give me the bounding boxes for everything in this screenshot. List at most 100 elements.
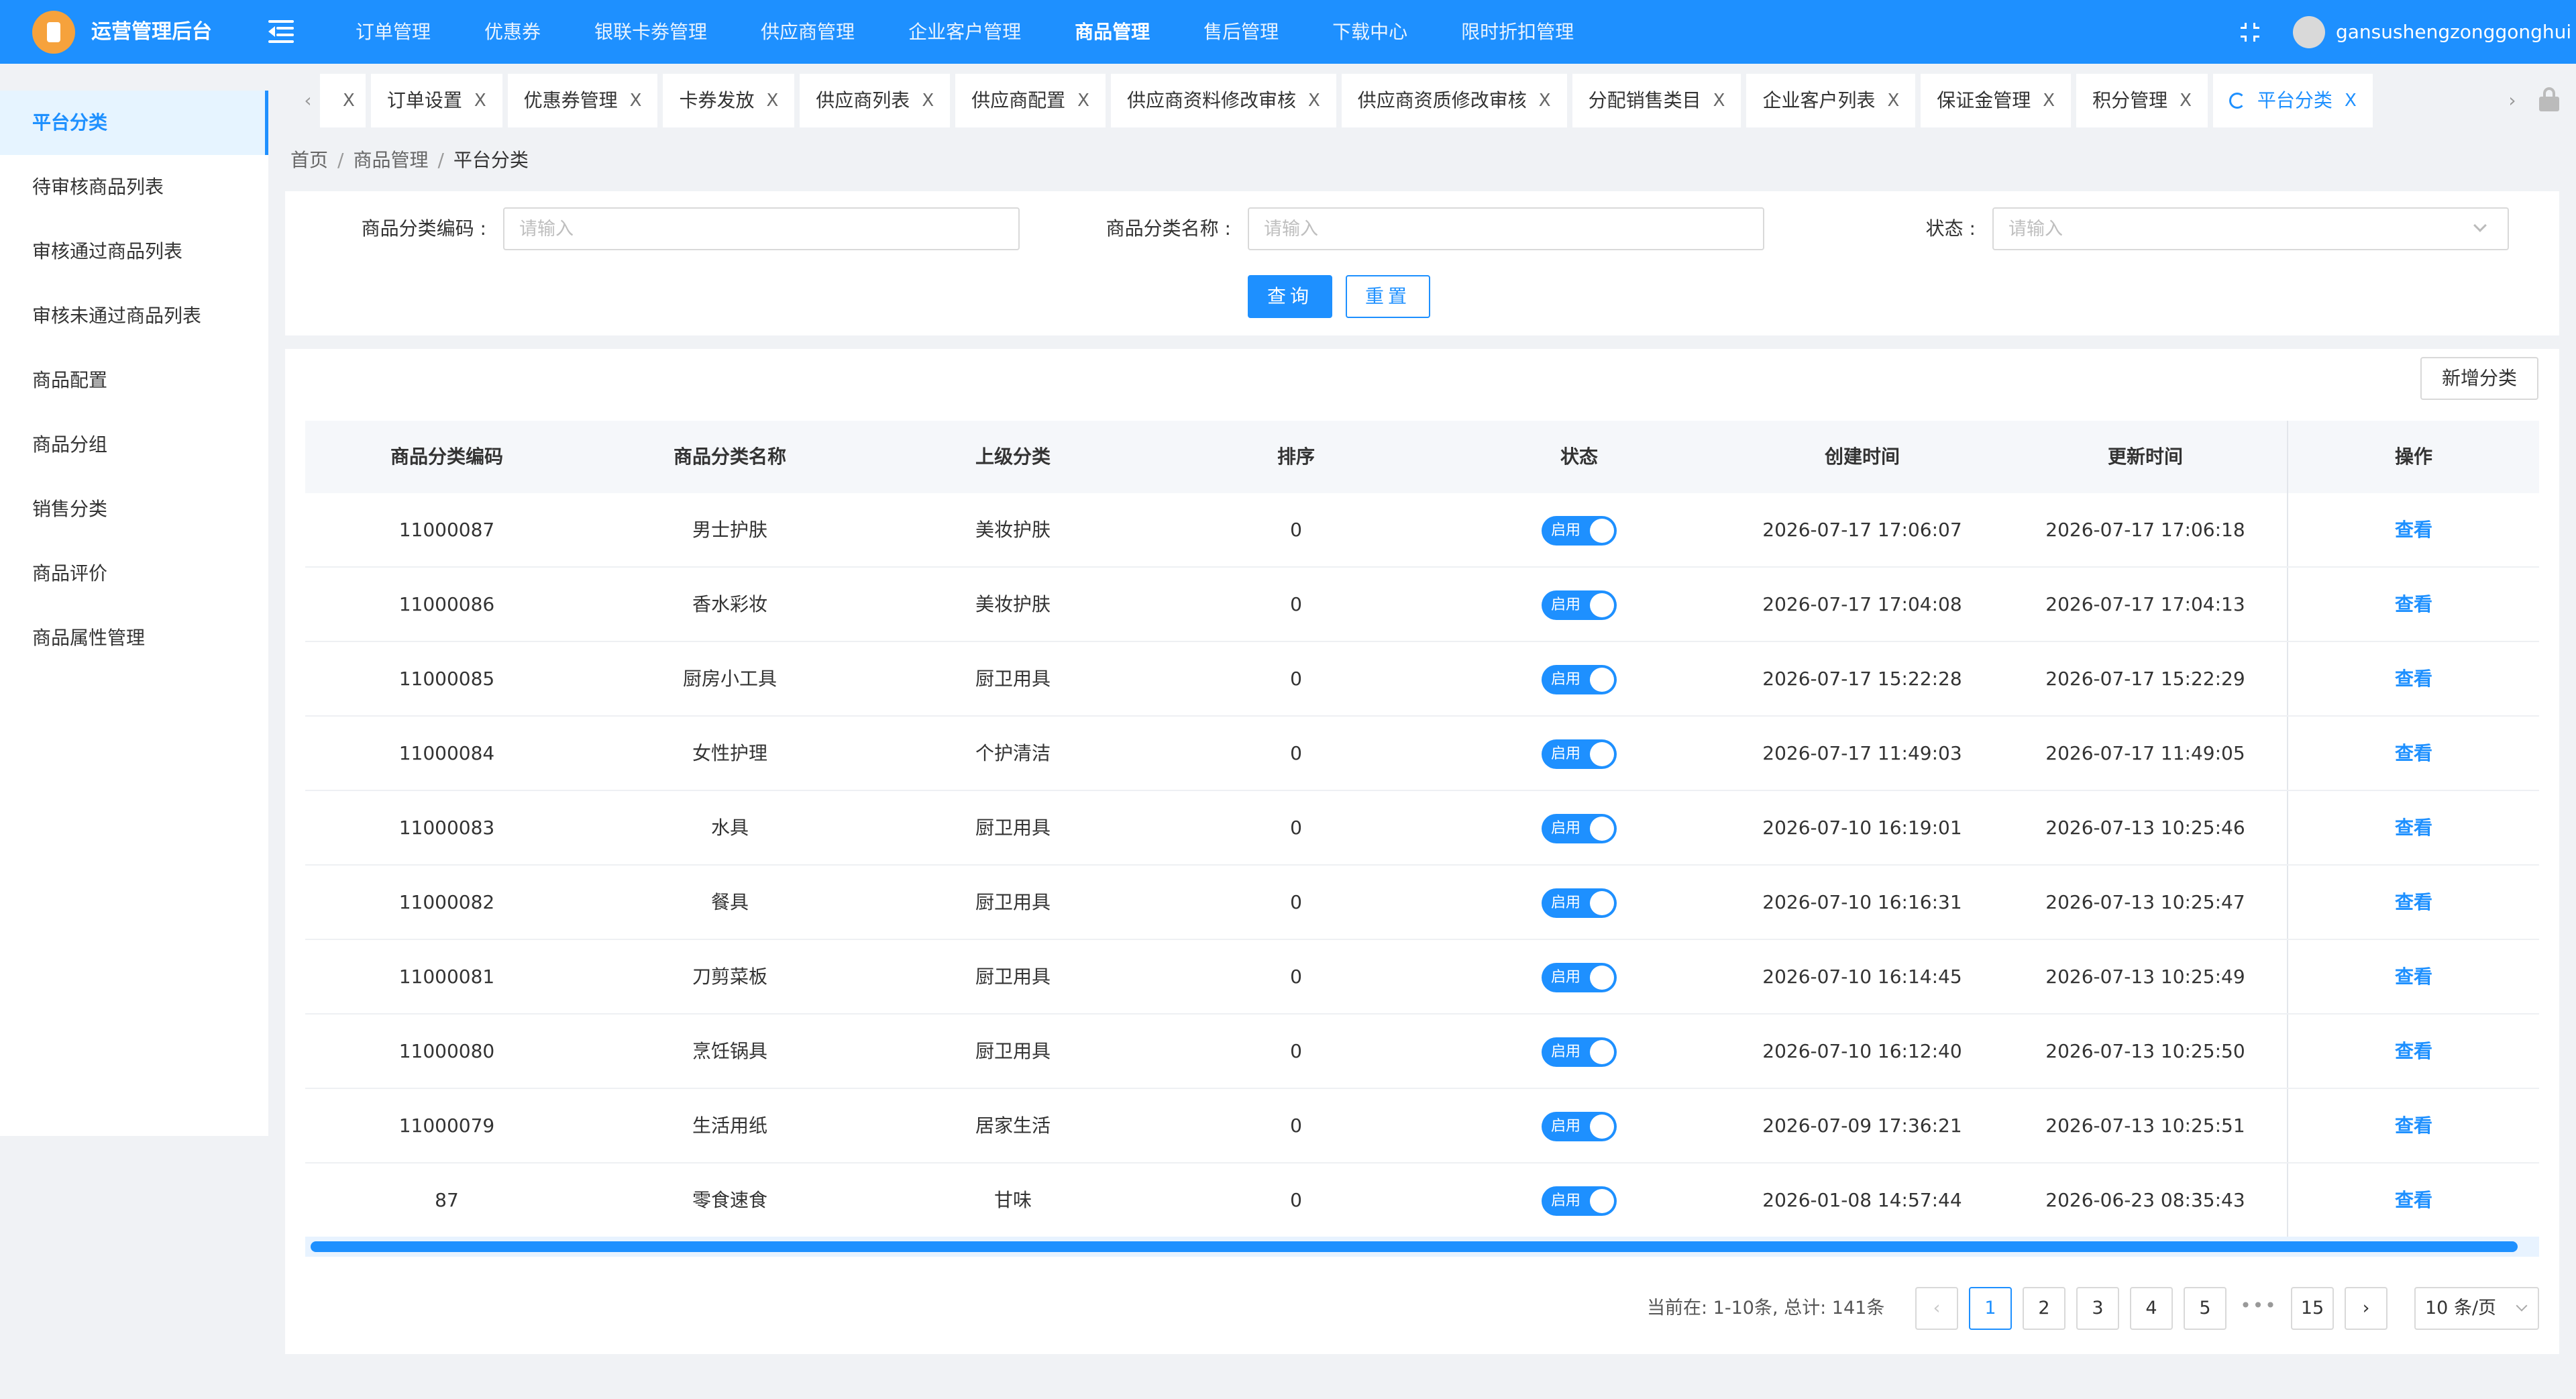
status-toggle[interactable]: 启用	[1542, 1037, 1617, 1067]
page-button[interactable]: 15	[2291, 1287, 2334, 1330]
category-name-cell: 烹饪锅具	[692, 1040, 767, 1062]
tab-supplier-info-review[interactable]: 供应商资料修改审核 X	[1110, 74, 1336, 127]
tab-card-issuance[interactable]: 卡券发放 X	[663, 74, 795, 127]
status-toggle[interactable]: 启用	[1542, 665, 1617, 694]
tab-supplier-qualification-review[interactable]: 供应商资质修改审核 X	[1341, 74, 1567, 127]
view-link[interactable]: 查看	[2287, 1015, 2539, 1088]
tab-close-icon[interactable]: X	[1077, 74, 1089, 127]
top-nav-item-flash-discount[interactable]: 限时折扣管理	[1434, 0, 1601, 64]
category-name-input[interactable]	[1248, 207, 1764, 250]
view-link[interactable]: 查看	[2287, 493, 2539, 566]
view-link[interactable]: 查看	[2287, 940, 2539, 1013]
tab-supplier-list[interactable]: 供应商列表 X	[800, 74, 951, 127]
status-toggle[interactable]: 启用	[1542, 1186, 1617, 1216]
sidebar-item-rejected[interactable]: 审核未通过商品列表	[0, 284, 268, 348]
status-toggle[interactable]: 启用	[1542, 516, 1617, 546]
tab-hidden[interactable]: X	[320, 74, 366, 127]
add-category-button[interactable]: 新增分类	[2420, 357, 2538, 400]
sidebar-item-pending-review[interactable]: 待审核商品列表	[0, 155, 268, 219]
page-button[interactable]: 3	[2076, 1287, 2119, 1330]
top-nav-item-unionpay-cards[interactable]: 银联卡劵管理	[568, 0, 734, 64]
status-toggle[interactable]: 启用	[1542, 963, 1617, 992]
column-header: 商品分类名称	[673, 446, 786, 468]
tab-supplier-config[interactable]: 供应商配置 X	[955, 74, 1106, 127]
tab-close-icon[interactable]: X	[922, 74, 934, 127]
tab-close-icon[interactable]: X	[1539, 74, 1551, 127]
scrollbar-thumb[interactable]	[311, 1241, 2518, 1252]
breadcrumb-products[interactable]: 商品管理	[353, 149, 428, 171]
tab-close-icon[interactable]: X	[2180, 74, 2192, 127]
tab-close-icon[interactable]: X	[343, 74, 355, 127]
query-button[interactable]: 查询	[1248, 275, 1332, 318]
tabs-scroll-left-icon[interactable]: ‹	[292, 74, 324, 127]
sidebar-item-approved[interactable]: 审核通过商品列表	[0, 219, 268, 284]
tab-platform-category[interactable]: 平台分类 X	[2212, 74, 2373, 127]
status-toggle-label: 启用	[1551, 820, 1581, 837]
fullscreen-icon[interactable]	[2241, 23, 2259, 42]
tab-close-icon[interactable]: X	[1887, 74, 1899, 127]
view-link[interactable]: 查看	[2287, 642, 2539, 715]
page-ellipsis[interactable]: •••	[2237, 1287, 2280, 1330]
page-button[interactable]: 4	[2130, 1287, 2173, 1330]
refresh-icon[interactable]	[2229, 93, 2245, 109]
lock-icon[interactable]	[2539, 87, 2559, 111]
top-nav-item-downloads[interactable]: 下载中心	[1305, 0, 1434, 64]
top-nav-item-products[interactable]: 商品管理	[1048, 0, 1177, 64]
tab-close-icon[interactable]: X	[2043, 74, 2055, 127]
tab-enterprise-customer-list[interactable]: 企业客户列表 X	[1746, 74, 1916, 127]
tab-close-icon[interactable]: X	[2345, 74, 2357, 127]
top-nav-item-coupons[interactable]: 优惠券	[458, 0, 568, 64]
page-button[interactable]: 2	[2023, 1287, 2065, 1330]
sidebar-item-product-reviews[interactable]: 商品评价	[0, 541, 268, 606]
view-link[interactable]: 查看	[2287, 1163, 2539, 1237]
view-link[interactable]: 查看	[2287, 1089, 2539, 1162]
status-toggle[interactable]: 启用	[1542, 814, 1617, 843]
tabs-scroll-right-icon[interactable]: ›	[2496, 74, 2528, 127]
view-link[interactable]: 查看	[2287, 866, 2539, 939]
prev-page-button[interactable]: ‹	[1915, 1287, 1958, 1330]
sidebar-item-platform-category[interactable]: 平台分类	[0, 91, 268, 155]
tab-deposit-management[interactable]: 保证金管理 X	[1921, 74, 2072, 127]
view-link[interactable]: 查看	[2287, 717, 2539, 790]
tab-points-management[interactable]: 积分管理 X	[2076, 74, 2208, 127]
sidebar-item-product-attributes[interactable]: 商品属性管理	[0, 606, 268, 670]
horizontal-scrollbar[interactable]	[305, 1237, 2539, 1257]
top-nav-item-after-sales[interactable]: 售后管理	[1177, 0, 1305, 64]
status-toggle[interactable]: 启用	[1542, 739, 1617, 769]
page-button[interactable]: 1	[1969, 1287, 2012, 1330]
breadcrumb-home[interactable]: 首页	[290, 149, 328, 171]
reset-button[interactable]: 重置	[1346, 275, 1430, 318]
view-link[interactable]: 查看	[2287, 568, 2539, 641]
status-toggle[interactable]: 启用	[1542, 1112, 1617, 1141]
tab-close-icon[interactable]: X	[766, 74, 778, 127]
tab-close-icon[interactable]: X	[630, 74, 642, 127]
tab-coupon-management[interactable]: 优惠券管理 X	[507, 74, 658, 127]
sidebar-item-product-config[interactable]: 商品配置	[0, 348, 268, 413]
open-tabs: X 订单设置 X 优惠券管理 X 卡券发放 X 供应商列表 X 供应商配置 X 供应商资料…	[320, 74, 2378, 127]
toggle-knob	[1590, 742, 1614, 766]
avatar[interactable]	[2293, 16, 2325, 48]
top-nav-item-suppliers[interactable]: 供应商管理	[734, 0, 881, 64]
page-size-select[interactable]: 10 条/页	[2414, 1287, 2539, 1330]
sort-order-cell: 0	[1290, 1115, 1302, 1137]
page-button[interactable]: 5	[2184, 1287, 2226, 1330]
tab-order-settings[interactable]: 订单设置 X	[370, 74, 502, 127]
tab-close-icon[interactable]: X	[1308, 74, 1320, 127]
sidebar-item-product-groups[interactable]: 商品分组	[0, 413, 268, 477]
tab-assign-sales-category[interactable]: 分配销售类目 X	[1572, 74, 1741, 127]
tab-close-icon[interactable]: X	[1713, 74, 1725, 127]
status-toggle[interactable]: 启用	[1542, 888, 1617, 918]
menu-toggle-icon[interactable]	[268, 20, 294, 43]
app-logo	[32, 11, 75, 54]
view-link[interactable]: 查看	[2287, 791, 2539, 864]
top-nav-item-orders[interactable]: 订单管理	[329, 0, 458, 64]
sidebar-item-sales-category[interactable]: 销售分类	[0, 477, 268, 541]
status-select[interactable]	[1992, 207, 2509, 250]
username[interactable]: gansushengzonggonghui	[2336, 0, 2571, 64]
category-code-input[interactable]	[503, 207, 1020, 250]
tab-close-icon[interactable]: X	[474, 74, 486, 127]
top-nav-item-enterprise-customers[interactable]: 企业客户管理	[881, 0, 1048, 64]
next-page-button[interactable]: ›	[2345, 1287, 2387, 1330]
status-toggle[interactable]: 启用	[1542, 590, 1617, 620]
status-toggle-label: 启用	[1551, 969, 1581, 986]
